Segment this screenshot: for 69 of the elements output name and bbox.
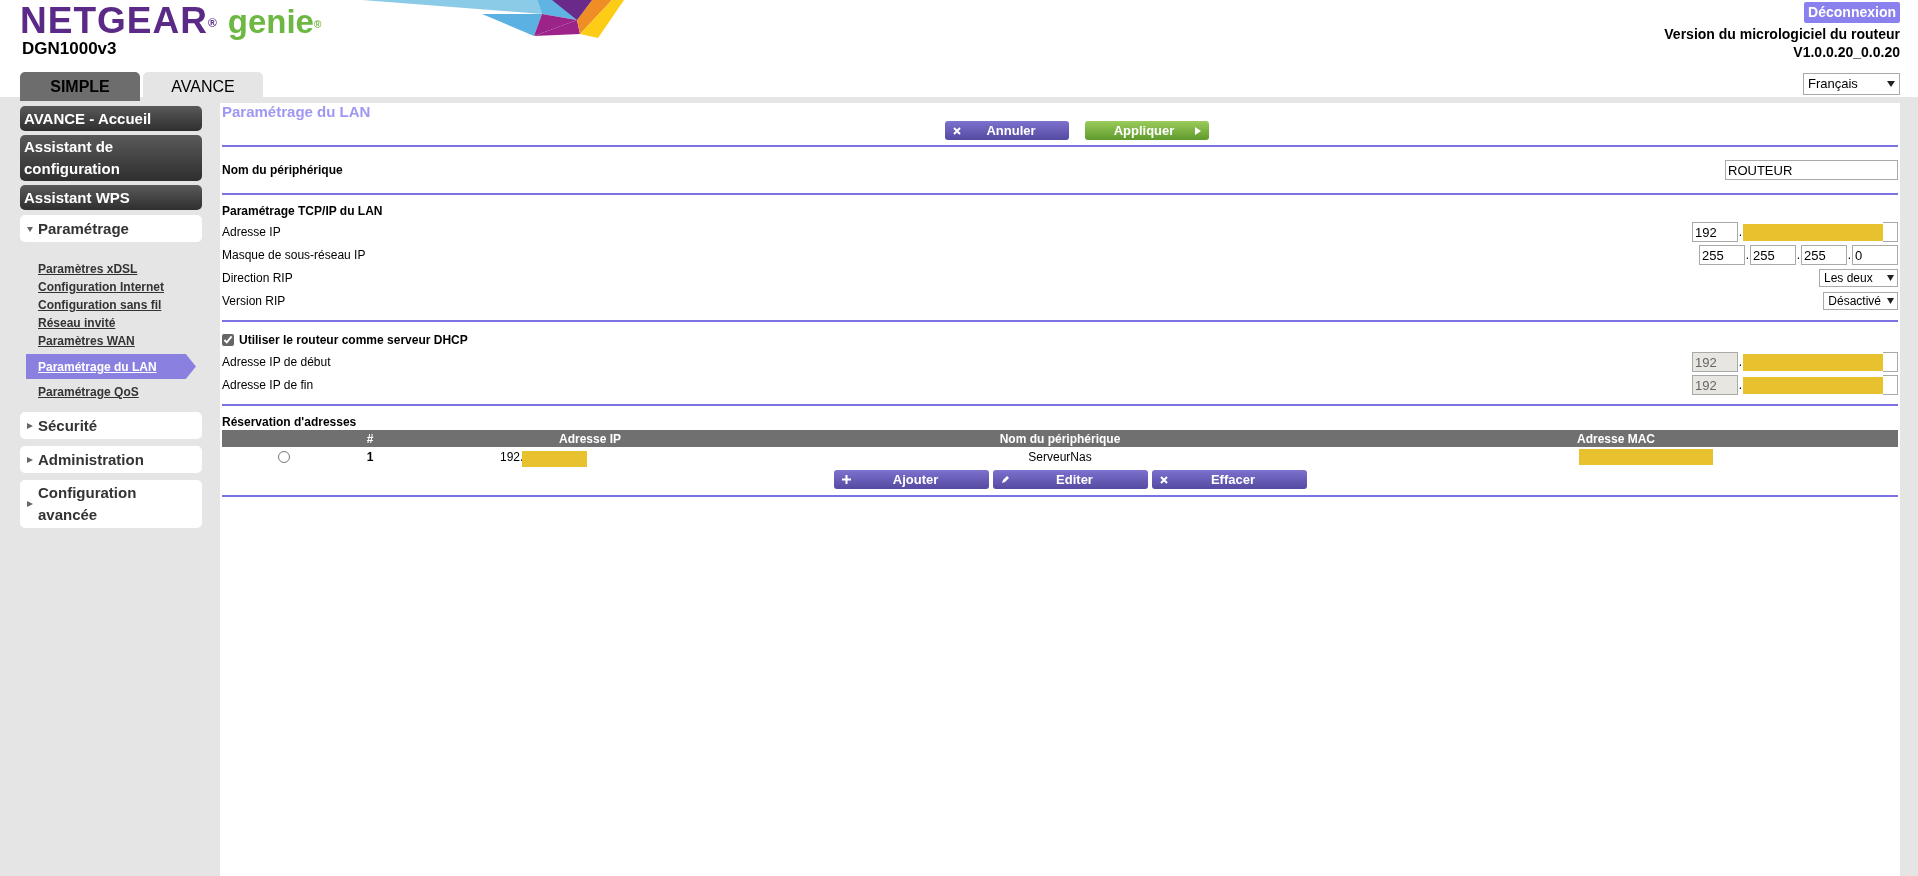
field-label: Adresse IP de début — [222, 354, 331, 371]
add-button[interactable]: Ajouter — [833, 470, 989, 489]
table-cell-text: 192. — [500, 449, 524, 466]
field-label: Masque de sous-réseau IP — [222, 247, 366, 264]
page-title: Paramétrage du LAN — [222, 103, 372, 121]
close-icon — [953, 126, 961, 135]
sidebar-link[interactable]: Réseau invité — [38, 314, 116, 332]
column-header: Adresse MAC — [1576, 431, 1656, 448]
play-icon — [1195, 126, 1201, 135]
sidebar-section[interactable]: Paramétrage — [20, 215, 202, 242]
sidebar-link[interactable]: Configuration sans fil — [38, 296, 162, 314]
product-logo: genie$^{®}$ — [227, 5, 322, 38]
dropdown-arrow-icon — [1887, 298, 1894, 304]
ip-octet-field[interactable]: 255 — [1801, 245, 1847, 265]
field-label: Direction RIP — [222, 270, 293, 287]
ip-octet-field[interactable]: 255 — [1699, 245, 1745, 265]
ip-octet-field[interactable]: 192 — [1692, 222, 1738, 242]
sidebar-section[interactable]: Configuration avancée — [20, 480, 202, 528]
field-label: Adresse IP de fin — [222, 377, 314, 394]
language-select[interactable]: Français — [1803, 73, 1900, 95]
pencil-icon — [1000, 475, 1010, 484]
edit-button[interactable]: Editer — [992, 470, 1148, 489]
dropdown-select[interactable]: Désactivé — [1823, 292, 1898, 310]
ip-octet-field[interactable] — [1883, 375, 1898, 395]
dropdown-select[interactable]: Les deux — [1819, 269, 1898, 287]
ip-octet-field[interactable] — [1883, 352, 1898, 372]
sidebar-section[interactable]: Sécurité — [20, 412, 202, 439]
section-heading: Paramétrage TCP/IP du LAN — [222, 203, 384, 220]
sidebar-button[interactable]: Assistant de configuration — [20, 135, 202, 181]
sidebar-link[interactable]: Paramétrage QoS — [38, 383, 139, 401]
sidebar-button[interactable]: AVANCE - Accueil — [20, 106, 202, 131]
table-cell-text: 1 — [365, 449, 375, 466]
separator-dot: . — [1738, 377, 1743, 394]
dropdown-arrow-icon — [1887, 81, 1895, 87]
sidebar-section[interactable]: Administration — [20, 446, 202, 473]
sidebar-link[interactable]: Paramètres xDSL — [38, 260, 138, 278]
device-name-field[interactable]: ROUTEUR — [1725, 160, 1898, 180]
table-cell-text: ServeurNas — [1027, 449, 1093, 466]
column-header: # — [365, 431, 375, 448]
firmware-version: V1.0.0.20_0.0.20 — [1793, 43, 1900, 61]
column-header: Adresse IP — [557, 431, 622, 448]
ip-octet-field[interactable]: 255 — [1750, 245, 1796, 265]
separator-dot: . — [1796, 247, 1801, 264]
close-icon — [1159, 475, 1168, 484]
row-radio[interactable] — [278, 451, 290, 463]
ip-octet-field[interactable] — [1883, 222, 1898, 242]
sidebar-button[interactable]: Assistant WPS — [20, 185, 202, 210]
field-label: Adresse IP — [222, 224, 281, 241]
sidebar-link[interactable]: Paramètres WAN — [38, 332, 135, 350]
cancel-button[interactable]: Annuler — [945, 121, 1069, 140]
brand-logo: NETGEAR$^{®}$ — [20, 2, 218, 39]
field-label: Nom du périphérique — [222, 162, 343, 179]
sidebar-link[interactable]: Configuration Internet — [38, 278, 164, 296]
dhcp-checkbox[interactable] — [222, 334, 234, 346]
delete-button[interactable]: Effacer — [1151, 470, 1307, 489]
separator-dot: . — [1847, 247, 1852, 264]
section-heading: Réservation d'adresses — [222, 415, 358, 430]
firmware-label: Version du micrologiciel du routeur — [1664, 25, 1900, 43]
field-label: Version RIP — [222, 293, 286, 310]
model-name: DGN1000v3 — [22, 40, 118, 57]
dropdown-arrow-icon — [1887, 275, 1894, 281]
separator-dot: . — [1738, 224, 1743, 241]
tab[interactable]: SIMPLE — [20, 72, 140, 101]
column-header: Nom du périphérique — [998, 431, 1122, 448]
separator-dot: . — [1738, 354, 1743, 371]
plus-icon — [841, 475, 851, 484]
separator-dot: . — [1745, 247, 1750, 264]
checkbox-label: Utiliser le routeur comme serveur DHCP — [239, 332, 468, 349]
ip-octet-field[interactable]: 0 — [1852, 245, 1898, 265]
